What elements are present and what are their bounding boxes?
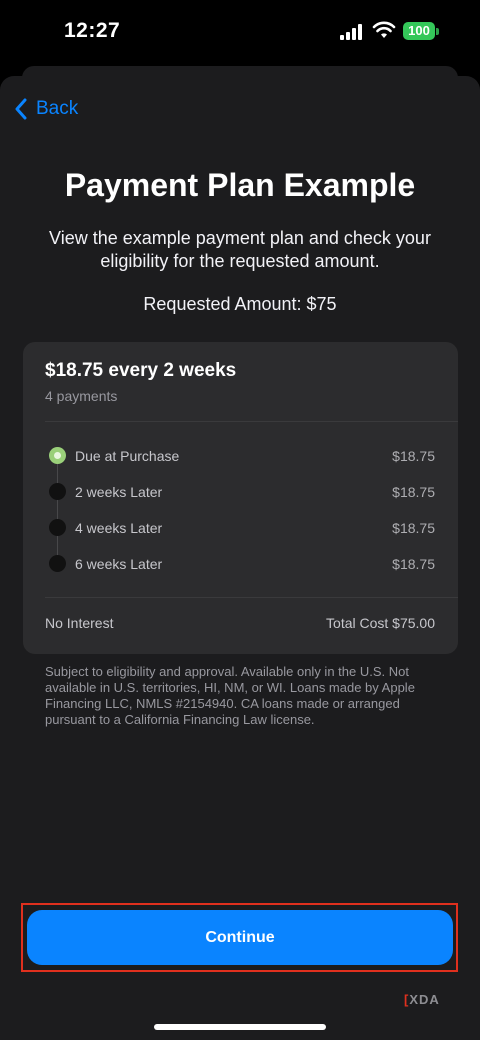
continue-button[interactable]: Continue <box>27 910 453 965</box>
disclaimer-text: Subject to eligibility and approval. Ava… <box>45 664 415 727</box>
schedule-row: Due at Purchase $18.75 <box>23 443 458 467</box>
schedule-row: 4 weeks Later $18.75 <box>23 515 458 539</box>
card-divider <box>45 421 458 422</box>
wifi-icon <box>372 21 396 38</box>
payment-count: 4 payments <box>45 388 118 404</box>
requested-amount: Requested Amount: $75 <box>143 294 337 314</box>
payment-plan-card: $18.75 every 2 weeks 4 payments Due at P… <box>23 342 458 654</box>
status-bar: 12:27 100 <box>0 0 480 64</box>
schedule-amount: $18.75 <box>392 556 435 572</box>
schedule-row: 2 weeks Later $18.75 <box>23 479 458 503</box>
schedule-label: 6 weeks Later <box>75 556 163 572</box>
active-step-dot-icon <box>49 447 66 464</box>
schedule-label: 2 weeks Later <box>75 484 163 500</box>
chevron-left-icon <box>15 98 27 120</box>
status-time: 12:27 <box>64 19 121 42</box>
battery-icon: 100 <box>403 22 435 40</box>
schedule-label: 4 weeks Later <box>75 520 163 536</box>
back-label: Back <box>36 98 79 119</box>
signal-icon <box>340 24 362 40</box>
schedule-row: 6 weeks Later $18.75 <box>23 551 458 575</box>
card-divider <box>45 597 458 598</box>
battery-cap <box>436 28 439 35</box>
schedule-amount: $18.75 <box>392 520 435 536</box>
step-dot-icon <box>49 483 66 500</box>
watermark-brand: XDA <box>409 992 440 1007</box>
page-subtitle: View the example payment plan and check … <box>49 228 431 271</box>
interest-label: No Interest <box>45 615 114 631</box>
total-cost: Total Cost $75.00 <box>326 615 435 631</box>
xda-watermark: [XDA <box>404 992 440 1007</box>
page-title: Payment Plan Example <box>64 167 416 203</box>
step-dot-icon <box>49 519 66 536</box>
home-indicator[interactable] <box>154 1024 326 1030</box>
step-dot-icon <box>49 555 66 572</box>
back-button[interactable]: Back <box>14 96 78 122</box>
schedule-amount: $18.75 <box>392 484 435 500</box>
schedule-amount: $18.75 <box>392 448 435 464</box>
plan-headline: $18.75 every 2 weeks <box>45 360 237 381</box>
timeline-line <box>57 456 58 564</box>
schedule-label: Due at Purchase <box>75 448 180 464</box>
